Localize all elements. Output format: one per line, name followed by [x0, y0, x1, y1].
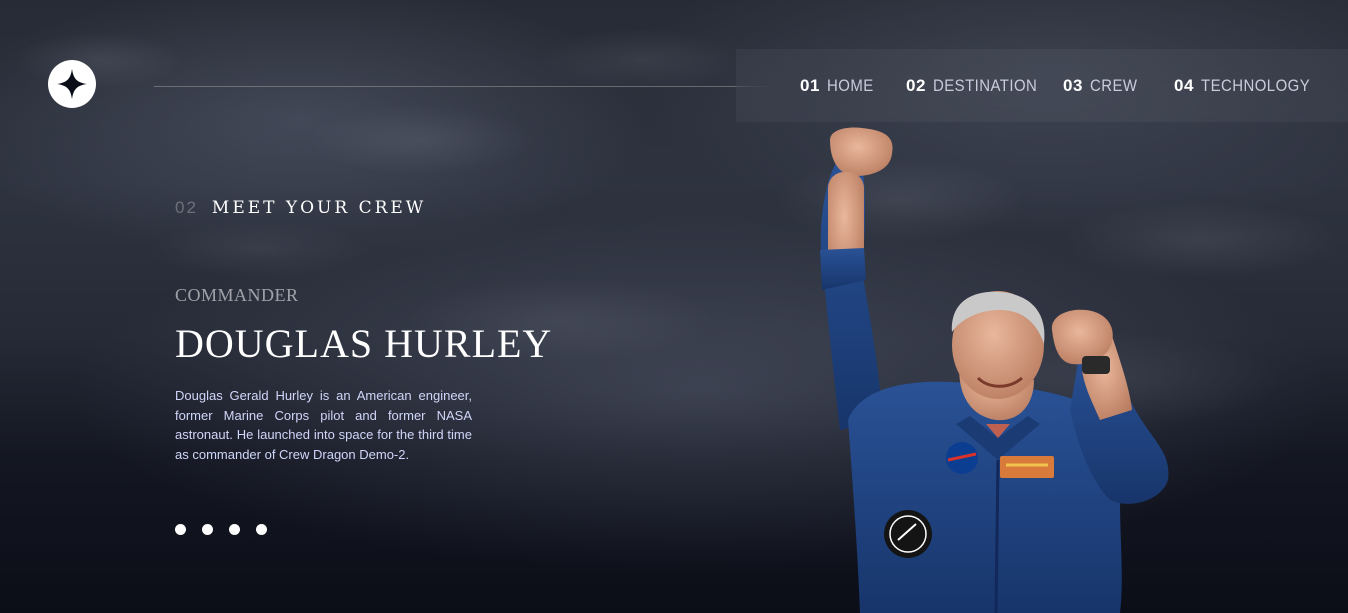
star-logo-icon[interactable] — [48, 60, 96, 108]
crew-role: COMMANDER — [175, 285, 299, 305]
crew-name: DOUGLAS HURLEY — [175, 321, 553, 366]
pagination-dot-4[interactable] — [256, 524, 267, 535]
pagination-dot-3[interactable] — [229, 524, 240, 535]
nav-item-destination[interactable]: 02 DESTINATION — [906, 49, 1051, 122]
crew-bio: Douglas Gerald Hurley is an American eng… — [175, 388, 472, 462]
page-heading: 02 MEET YOUR CREW — [175, 198, 426, 218]
page-heading-title: MEET YOUR CREW — [211, 198, 427, 218]
header-divider — [154, 86, 767, 87]
nav-item-crew[interactable]: 03 CREW — [1063, 49, 1144, 122]
page-heading-number: 02 — [175, 198, 198, 217]
pagination-dot-1[interactable] — [175, 524, 186, 535]
main-nav: 01 HOME 02 DESTINATION 03 CREW 04 TECHNOLOGY — [736, 49, 1348, 122]
crew-pagination — [175, 524, 267, 535]
nav-item-technology[interactable]: 04 TECHNOLOGY — [1174, 49, 1325, 122]
crew-page: 01 HOME 02 DESTINATION 03 CREW 04 TECHNOLOGY… — [0, 0, 1348, 613]
pagination-dot-2[interactable] — [202, 524, 213, 535]
nav-item-home[interactable]: 01 HOME — [800, 49, 880, 122]
crew-member-image — [820, 127, 1169, 613]
